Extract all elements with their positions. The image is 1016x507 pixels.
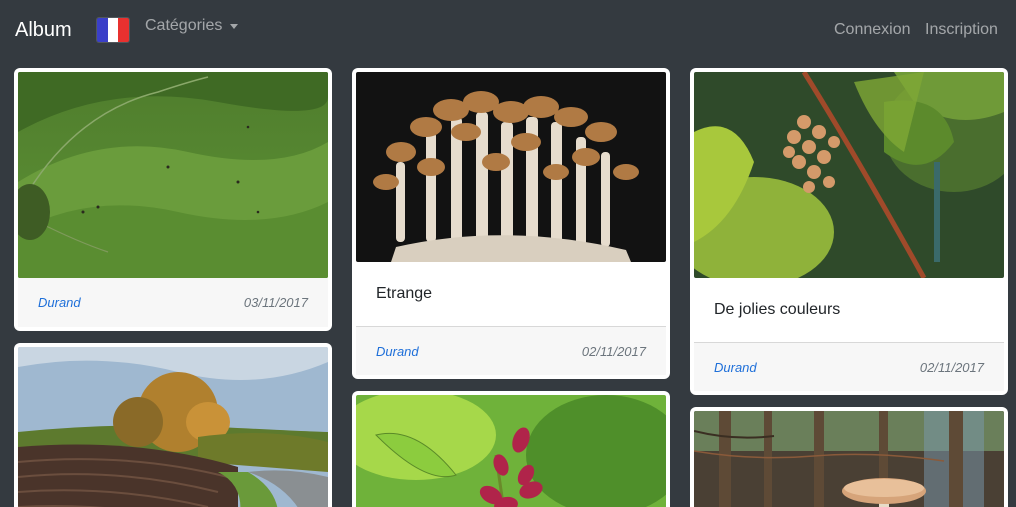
navbar: Album Catégories Connexion Inscription [0,0,1016,60]
caret-down-icon [230,24,239,29]
categories-dropdown[interactable]: Catégories [145,17,239,35]
card-footer: Durand 03/11/2017 [18,278,328,327]
register-link[interactable]: Inscription [925,21,998,39]
card-footer: Durand 02/11/2017 [356,326,666,375]
card-title: Etrange [376,285,433,302]
card-title: De jolies couleurs [714,301,841,318]
login-link[interactable]: Connexion [834,21,911,39]
post-date: 03/11/2017 [243,295,308,310]
pink-buds-photo[interactable] [356,395,666,507]
photo-card[interactable] [352,391,670,507]
card-footer: Durand 02/11/2017 [694,342,1004,391]
photo-card[interactable] [690,407,1008,507]
post-date: 02/11/2017 [919,359,984,375]
author-link[interactable]: Durand [38,295,81,310]
photo-card[interactable]: De jolies couleurs Durand 02/11/2017 [690,68,1008,395]
author-link[interactable]: Durand [714,360,757,375]
autumn-field-road-photo[interactable] [18,347,328,507]
photo-card[interactable]: Durand 03/11/2017 [14,68,332,331]
author-link[interactable]: Durand [376,344,419,359]
photo-card[interactable] [14,343,332,507]
photo-card[interactable]: Etrange Durand 02/11/2017 [352,68,670,379]
france-flag-icon[interactable] [97,18,129,42]
post-date: 02/11/2017 [581,343,646,359]
green-hills-photo[interactable] [18,72,328,278]
grapes-vine-photo[interactable] [694,72,1004,278]
brand-title[interactable]: Album [15,19,72,42]
forest-mushroom-photo[interactable] [694,411,1004,507]
categories-label: Catégories [145,17,223,34]
mushrooms-photo[interactable] [356,72,666,262]
